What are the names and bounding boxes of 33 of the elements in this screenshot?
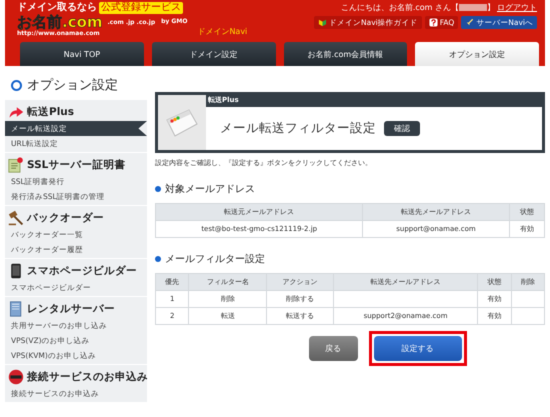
bullet-icon <box>155 256 161 262</box>
section-title: 転送Plus <box>27 105 74 119</box>
nav-tab[interactable]: オプション設定 <box>415 42 539 66</box>
service-name: ドメインNavi <box>197 26 248 37</box>
logout-link[interactable]: ログアウト <box>497 2 537 13</box>
logo-badge: 公式登録サービス <box>99 2 183 14</box>
certificate-icon <box>8 157 24 173</box>
page-title: オプション設定 <box>27 77 118 94</box>
banner-title: メール転送フィルター設定 <box>220 120 376 137</box>
bullet-icon <box>155 186 161 192</box>
help-icon <box>428 18 438 27</box>
section-title: バックオーダー <box>27 211 104 225</box>
section-title: レンタルサーバー <box>27 302 115 316</box>
section-title: 接続サービスのお申込み <box>27 370 148 384</box>
smartphone-icon <box>8 263 24 279</box>
submit-button[interactable]: 設定する <box>374 336 462 361</box>
section-title: SSLサーバー証明書 <box>27 158 126 172</box>
section-title: スマホページビルダー <box>27 264 137 278</box>
status-badge: 確認 <box>384 121 420 136</box>
greeting-bracket: 】 <box>487 2 495 13</box>
window-icon <box>165 108 199 138</box>
greeting-text: こんにちは、お名前.com さん【 <box>340 2 459 13</box>
nav-tab[interactable]: Navi TOP <box>20 42 144 66</box>
logo-tagline: ドメイン取るなら <box>17 2 97 14</box>
section-heading: 対象メールアドレス <box>165 182 255 196</box>
leaf-icon <box>318 18 327 27</box>
section-heading: メールフィルター設定 <box>165 252 265 266</box>
server-icon <box>8 301 24 317</box>
nav-tab[interactable]: お名前.com会員情報 <box>284 42 408 66</box>
ring-icon <box>11 80 22 90</box>
gavel-icon <box>8 210 24 226</box>
back-button[interactable]: 戻る <box>308 336 358 361</box>
nav-tab[interactable]: ドメイン設定 <box>152 42 276 66</box>
